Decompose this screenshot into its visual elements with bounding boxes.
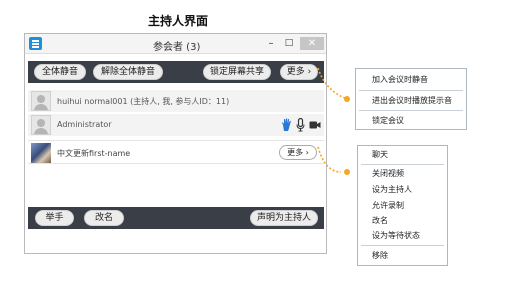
menu-item-stop-video[interactable]: 关闭视频 xyxy=(358,168,447,179)
participant-name: 中文更新first-name xyxy=(57,149,131,158)
menu-separator xyxy=(361,164,444,165)
menu-item-chat[interactable]: 聊天 xyxy=(358,149,447,160)
claim-host-button[interactable]: 声明为主持人 xyxy=(250,210,318,226)
mute-all-button[interactable]: 全体静音 xyxy=(34,64,86,80)
rename-button[interactable]: 改名 xyxy=(84,210,124,226)
window-titlebar: 参会者 (3) – □ ✕ xyxy=(25,34,326,54)
minimize-button[interactable]: – xyxy=(265,37,277,50)
top-toolbar: 全体静音 解除全体静音 锁定屏幕共享 更多 › xyxy=(28,61,324,83)
menu-separator xyxy=(359,110,463,111)
raise-hand-icon xyxy=(282,118,291,131)
menu-separator xyxy=(361,245,444,246)
participant-options-menu: 聊天 关闭视频 设为主持人 允许录制 改名 设为等待状态 移除 xyxy=(357,145,448,266)
menu-separator xyxy=(359,90,463,91)
participant-label: huihui normal001 (主持人, 我, 参与人ID：11) xyxy=(57,97,230,106)
menu-item-mute-on-join[interactable]: 加入会议时静音 xyxy=(356,74,466,85)
participant-row[interactable]: Administrator xyxy=(28,114,324,136)
raise-hand-button[interactable]: 举手 xyxy=(35,210,74,226)
avatar xyxy=(31,115,51,135)
avatar xyxy=(31,143,51,163)
window-title: 参会者 (3) xyxy=(153,42,201,53)
menu-item-set-waiting[interactable]: 设为等待状态 xyxy=(358,230,447,241)
microphone-icon xyxy=(296,118,305,132)
participant-name: Administrator xyxy=(57,120,112,129)
menu-item-rename[interactable]: 改名 xyxy=(358,215,447,226)
unmute-all-button[interactable]: 解除全体静音 xyxy=(93,64,163,80)
more-options-menu: 加入会议时静音 进出会议时播放提示音 锁定会议 xyxy=(355,68,467,130)
participant-more-button[interactable]: 更多 › xyxy=(279,145,317,160)
more-options-button[interactable]: 更多 › xyxy=(280,64,318,80)
close-button[interactable]: ✕ xyxy=(300,37,324,50)
bottom-toolbar: 举手 改名 声明为主持人 xyxy=(28,207,324,229)
lock-screen-share-button[interactable]: 锁定屏幕共享 xyxy=(203,64,271,80)
menu-item-allow-record[interactable]: 允许录制 xyxy=(358,200,447,211)
menu-item-entry-exit-chime[interactable]: 进出会议时播放提示音 xyxy=(356,95,466,106)
participant-row[interactable]: 中文更新first-name 更多 › xyxy=(28,140,324,164)
participants-window: 参会者 (3) – □ ✕ 全体静音 解除全体静音 锁定屏幕共享 更多 › hu… xyxy=(24,33,327,254)
app-logo-icon xyxy=(29,37,42,50)
menu-item-lock-meeting[interactable]: 锁定会议 xyxy=(356,115,466,126)
menu-item-make-host[interactable]: 设为主持人 xyxy=(358,184,447,195)
menu-item-remove[interactable]: 移除 xyxy=(358,250,447,261)
page-title: 主持人界面 xyxy=(148,14,209,28)
camera-icon xyxy=(309,121,321,129)
avatar xyxy=(31,91,51,111)
participant-row[interactable]: huihui normal001 (主持人, 我, 参与人ID：11) xyxy=(28,90,324,112)
maximize-button[interactable]: □ xyxy=(283,37,295,50)
